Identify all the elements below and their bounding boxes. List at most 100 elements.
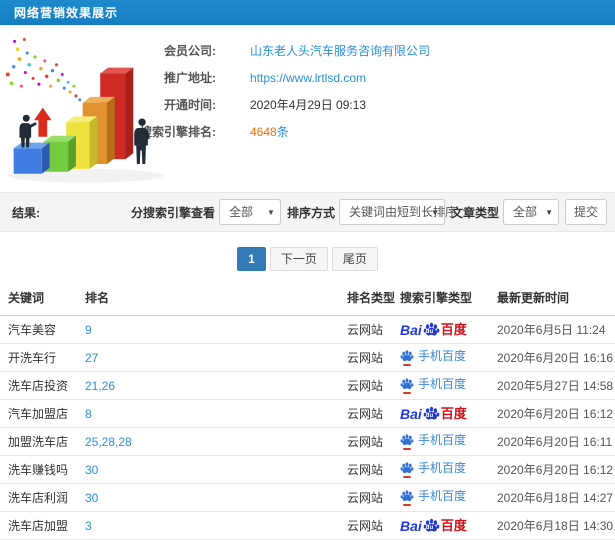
keyword-cell: 汽车加盟店 [8,407,69,421]
top-section: 会员公司: 山东老人头汽车服务咨询有限公司 推广地址: https://www.… [0,25,615,192]
keyword-cell: 洗车店投资 [8,379,69,393]
rank-type-cell: 云网站 [347,435,384,449]
table-row: 洗车赚钱吗 30 云网站 手机百度 2020年6月20日 16:12 [0,455,615,484]
article-type-select[interactable]: 全部 ▼ [502,199,559,225]
account-info-panel: 会员公司: 山东老人头汽车服务咨询有限公司 推广地址: https://www.… [130,25,615,145]
baidu-paw-icon [400,461,414,478]
rank-link[interactable]: 8 [85,407,92,421]
chevron-down-icon: ▼ [431,208,439,217]
confetti-dots [5,38,82,102]
info-value: 4648条 [250,125,289,139]
table-row: 开洗车行 27 云网站 手机百度 2020年6月20日 16:16 [0,343,615,372]
rank-link[interactable]: 21,26 [85,379,115,393]
rank-type-cell: 云网站 [347,351,384,365]
app-header: 网络营销效果展示 [0,0,615,25]
submit-button[interactable]: 提交 [564,199,607,225]
mobile-baidu-logo: 手机百度 [400,349,466,366]
rank-link[interactable]: 25,28,28 [85,435,132,449]
rank-link[interactable]: 30 [85,491,98,505]
updated-cell: 2020年6月20日 16:12 [497,463,614,477]
column-header-rank-type: 排名类型 [347,285,400,316]
table-row: 汽车加盟店 8 云网站 Bai du 百度 2020年6月20日 16:12 [0,399,615,428]
table-row: 洗车店投资 21,26 云网站 手机百度 2020年5月27日 14:58 [0,371,615,400]
article-type-value: 全部 [512,205,537,219]
rank-link[interactable]: 3 [85,519,92,533]
baidu-paw-icon [400,349,414,366]
info-row: 推广地址: https://www.lrtlsd.com [130,64,615,91]
info-row: 开通时间: 2020年4月29日 09:13 [130,91,615,118]
sort-label: 排序方式 [286,205,335,220]
column-header-keyword: 关键词 [0,285,85,316]
table-row: 汽车美容 9 云网站 Bai du 百度 2020年6月5日 11:24 [0,315,615,344]
businessman-figure [19,114,37,148]
column-header-rank: 排名 [85,285,347,316]
article-type-label: 文章类型 [450,205,499,220]
baidu-red-accent [403,448,411,450]
baidu-paw-icon [400,489,414,506]
baidu-paw-icon: du [423,405,440,422]
engine-filter-label: 分搜索引擎查看 [130,205,215,220]
table-row: 洗车店利润 30 云网站 手机百度 2020年6月18日 14:27 [0,483,615,512]
mobile-baidu-logo: 手机百度 [400,377,466,394]
keywords-table: 关键词 排名 排名类型 搜索引擎类型 最新更新时间 汽车美容 9 云网站 Bai… [0,285,615,540]
info-value[interactable]: https://www.lrtlsd.com [250,71,366,85]
businessman-figure [134,118,150,164]
rank-type-cell: 云网站 [347,519,384,533]
table-row: 加盟洗车店 25,28,28 云网站 手机百度 2020年6月20日 16:11 [0,427,615,456]
baidu-paw-icon [400,433,414,450]
baidu-logo: Bai du 百度 [400,405,467,422]
updated-cell: 2020年6月20日 16:16 [497,351,614,365]
rank-type-cell: 云网站 [347,379,384,393]
keyword-cell: 洗车店加盟 [8,519,69,533]
chevron-down-icon: ▼ [545,208,553,217]
keyword-cell: 汽车美容 [8,323,57,337]
updated-cell: 2020年6月20日 16:11 [497,435,613,449]
updated-cell: 2020年6月18日 14:27 [497,491,614,505]
results-label: 结果: [12,205,40,220]
keyword-cell: 开洗车行 [8,351,57,365]
updated-cell: 2020年6月20日 16:12 [497,407,614,421]
baidu-red-accent [403,364,411,366]
mobile-baidu-logo: 手机百度 [400,489,466,506]
sort-value: 关键词由短到长排序 [348,205,457,219]
rank-type-cell: 云网站 [347,407,384,421]
info-row: 搜索引擎排名: 4648条 [130,118,615,145]
info-value: 2020年4月29日 09:13 [250,98,367,112]
rank-link[interactable]: 27 [85,351,98,365]
mobile-baidu-logo: 手机百度 [400,461,466,478]
next-page-button[interactable]: 下一页 [269,247,328,271]
column-header-updated: 最新更新时间 [497,285,615,316]
rank-link[interactable]: 9 [85,323,92,337]
page-current[interactable]: 1 [237,247,266,271]
baidu-red-accent [403,392,411,394]
growth-bars-illustration [5,38,164,183]
mobile-baidu-logo: 手机百度 [400,433,466,450]
rank-link[interactable]: 30 [85,463,98,477]
table-body: 汽车美容 9 云网站 Bai du 百度 2020年6月5日 11:24 开洗车… [0,315,615,540]
engine-filter-value: 全部 [228,205,253,219]
rank-type-cell: 云网站 [347,491,384,505]
rank-type-cell: 云网站 [347,463,384,477]
keyword-cell: 洗车店利润 [8,491,69,505]
engine-filter-select[interactable]: 全部 ▼ [218,199,281,225]
rank-type-cell: 云网站 [347,323,384,337]
updated-cell: 2020年5月27日 14:58 [497,379,614,393]
baidu-red-accent [403,504,411,506]
column-header-engine-type: 搜索引擎类型 [400,285,497,316]
baidu-logo: Bai du 百度 [400,321,467,338]
info-value[interactable]: 山东老人头汽车服务咨询有限公司 [250,42,430,59]
baidu-red-accent [403,476,411,478]
sort-select[interactable]: 关键词由短到长排序 ▼ [338,199,457,225]
keyword-cell: 洗车赚钱吗 [8,463,69,477]
updated-cell: 2020年6月18日 14:30 [497,519,614,533]
table-header-row: 关键词 排名 排名类型 搜索引擎类型 最新更新时间 [0,285,615,316]
last-page-button[interactable]: 尾页 [331,247,378,271]
updated-cell: 2020年6月5日 11:24 [497,323,606,337]
baidu-paw-icon [400,377,414,394]
table-row: 洗车店加盟 3 云网站 Bai du 百度 2020年6月18日 14:30 [0,511,615,540]
page-title: 网络营销效果展示 [14,6,119,20]
info-row: 会员公司: 山东老人头汽车服务咨询有限公司 [130,37,615,64]
baidu-paw-icon: du [423,321,440,338]
keyword-cell: 加盟洗车店 [8,435,69,449]
chevron-down-icon: ▼ [267,208,275,217]
